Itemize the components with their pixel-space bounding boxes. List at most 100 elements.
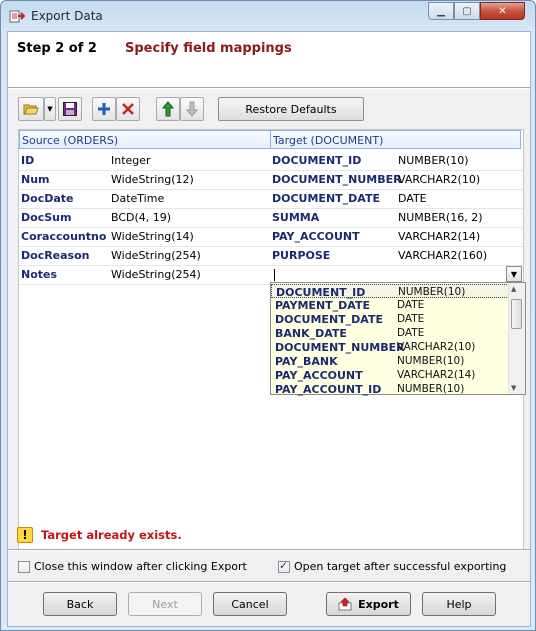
mapping-row[interactable]: Coraccountno WideString(14) PAY_ACCOUNT … [19,227,523,247]
buttons-divider [8,581,530,583]
export-button[interactable]: Export [326,592,411,616]
close-after-export-checkbox[interactable] [18,560,30,573]
dropdown-scrollbar[interactable]: ▲ ▼ [508,283,525,394]
cancel-button[interactable]: Cancel [213,592,287,616]
options-divider [8,549,530,551]
source-field-name: Notes [21,268,58,281]
open-target-checkbox[interactable] [278,559,290,573]
back-button[interactable]: Back [43,592,117,616]
target-field-name: DOCUMENT_NUMBER [272,173,402,186]
dropdown-item-type: DATE [397,327,425,339]
source-field-type: WideString(14) [111,230,194,243]
mapping-row[interactable]: Num WideString(12) DOCUMENT_NUMBER VARCH… [19,170,523,190]
help-button-label: Help [446,597,472,611]
source-field-type: BCD(4, 19) [111,211,172,224]
dropdown-item[interactable]: DOCUMENT_NUMBER VARCHAR2(10) [271,340,509,354]
dropdown-item[interactable]: PAY_ACCOUNT VARCHAR2(14) [271,368,509,382]
back-button-label: Back [66,597,94,611]
dropdown-item-type: DATE [397,313,425,325]
mapping-row[interactable]: DocReason WideString(254) PURPOSE VARCHA… [19,246,523,266]
move-down-button[interactable] [180,97,204,121]
chevron-down-icon: ▼ [47,105,53,113]
dropdown-item[interactable]: BANK_DATE DATE [271,326,509,340]
target-field-type: NUMBER(10) [398,154,469,167]
open-target-label: Open target after successful exporting [294,560,507,573]
export-button-label: Export [358,597,399,611]
maximize-icon: ▢ [462,5,472,17]
wizard-header: Step 2 of 2 Specify field mappings [8,32,530,87]
scroll-down-icon[interactable]: ▼ [511,384,516,392]
app-icon [9,10,25,23]
close-after-export-option[interactable]: Close this window after clicking Export [18,560,247,573]
source-field-name: DocReason [21,249,90,262]
dropdown-item-type: VARCHAR2(10) [397,341,476,353]
export-icon [338,597,352,611]
dropdown-item[interactable]: PAYMENT_DATE DATE [271,298,509,312]
source-field-type: WideString(254) [111,268,201,281]
target-dropdown-button[interactable]: ▼ [506,266,522,282]
mapping-row[interactable]: DocSum BCD(4, 19) SUMMA NUMBER(16, 2) [19,208,523,228]
target-field-type: DATE [398,192,427,205]
dropdown-item-name: PAY_ACCOUNT_ID [275,383,382,396]
source-column-header[interactable]: Source (ORDERS) [19,130,271,149]
move-up-button[interactable] [156,97,180,121]
dropdown-item[interactable]: PAY_BANK NUMBER(10) [271,354,509,368]
target-field-type: VARCHAR2(10) [398,173,481,186]
target-field-type: NUMBER(16, 2) [398,211,483,224]
chevron-down-icon: ▼ [510,269,518,279]
restore-defaults-button[interactable]: Restore Defaults [218,97,364,121]
close-icon: ✕ [498,5,507,17]
close-window-button[interactable]: ✕ [480,2,525,20]
warning-icon: ! [17,527,33,543]
help-button[interactable]: Help [422,592,496,616]
open-menu-button[interactable]: ▼ [44,97,56,121]
open-target-option[interactable]: Open target after successful exporting [278,559,507,573]
source-field-name: DocSum [21,211,72,224]
arrow-down-icon [186,101,198,117]
add-mapping-button[interactable] [92,97,116,121]
dropdown-item-name: PAY_ACCOUNT [275,369,363,382]
cancel-button-label: Cancel [231,597,269,611]
target-field-name: PAY_ACCOUNT [272,230,360,243]
source-field-type: WideString(254) [111,249,201,262]
next-button[interactable]: Next [128,592,202,616]
minimize-button[interactable]: ▁ [428,2,454,20]
source-field-type: WideString(12) [111,173,194,186]
step-caption: Specify field mappings [125,41,292,56]
step-label: Step 2 of 2 [17,41,97,56]
title-bar[interactable]: Export Data ▁ ▢ ✕ [1,1,535,31]
delete-mapping-button[interactable] [116,97,140,121]
dropdown-item-name: BANK_DATE [275,327,347,340]
header-divider [8,87,530,89]
dropdown-item-name: DOCUMENT_DATE [275,313,383,326]
scrollbar-thumb[interactable] [511,299,522,329]
source-field-name: DocDate [21,192,74,205]
maximize-button[interactable]: ▢ [454,2,480,20]
dropdown-item[interactable]: DOCUMENT_ID NUMBER(10) [271,284,509,299]
close-after-export-label: Close this window after clicking Export [34,560,247,573]
mapping-row[interactable]: ID Integer DOCUMENT_ID NUMBER(10) [19,151,523,171]
target-field-type: VARCHAR2(14) [398,230,481,243]
save-button[interactable] [58,97,82,121]
dropdown-item-name: PAYMENT_DATE [275,299,370,312]
dropdown-item-type: NUMBER(10) [397,383,465,395]
dropdown-item-name: PAY_BANK [275,355,338,368]
scroll-up-icon[interactable]: ▲ [511,285,516,293]
mapping-row[interactable]: DocDate DateTime DOCUMENT_DATE DATE [19,189,523,209]
warning-message: Target already exists. [41,528,182,542]
mapping-toolbar: ▼ Restore Defaults [8,93,530,125]
target-column-header[interactable]: Target (DOCUMENT) [270,130,521,149]
open-button[interactable] [18,97,44,121]
dropdown-item[interactable]: DOCUMENT_DATE DATE [271,312,509,326]
window-title: Export Data [31,9,103,23]
dropdown-item[interactable]: PAY_ACCOUNT_ID NUMBER(10) [271,382,509,396]
source-field-type: DateTime [111,192,165,205]
target-field-dropdown-list[interactable]: DOCUMENT_ID NUMBER(10) PAYMENT_DATE DATE… [270,282,526,396]
next-button-label: Next [152,597,178,611]
target-field-name: DOCUMENT_DATE [272,192,380,205]
dropdown-item-name: DOCUMENT_NUMBER [275,341,405,354]
target-field-type: VARCHAR2(160) [398,249,488,262]
dropdown-item-type: VARCHAR2(14) [397,369,476,381]
source-field-name: Coraccountno [21,230,107,243]
source-field-type: Integer [111,154,151,167]
